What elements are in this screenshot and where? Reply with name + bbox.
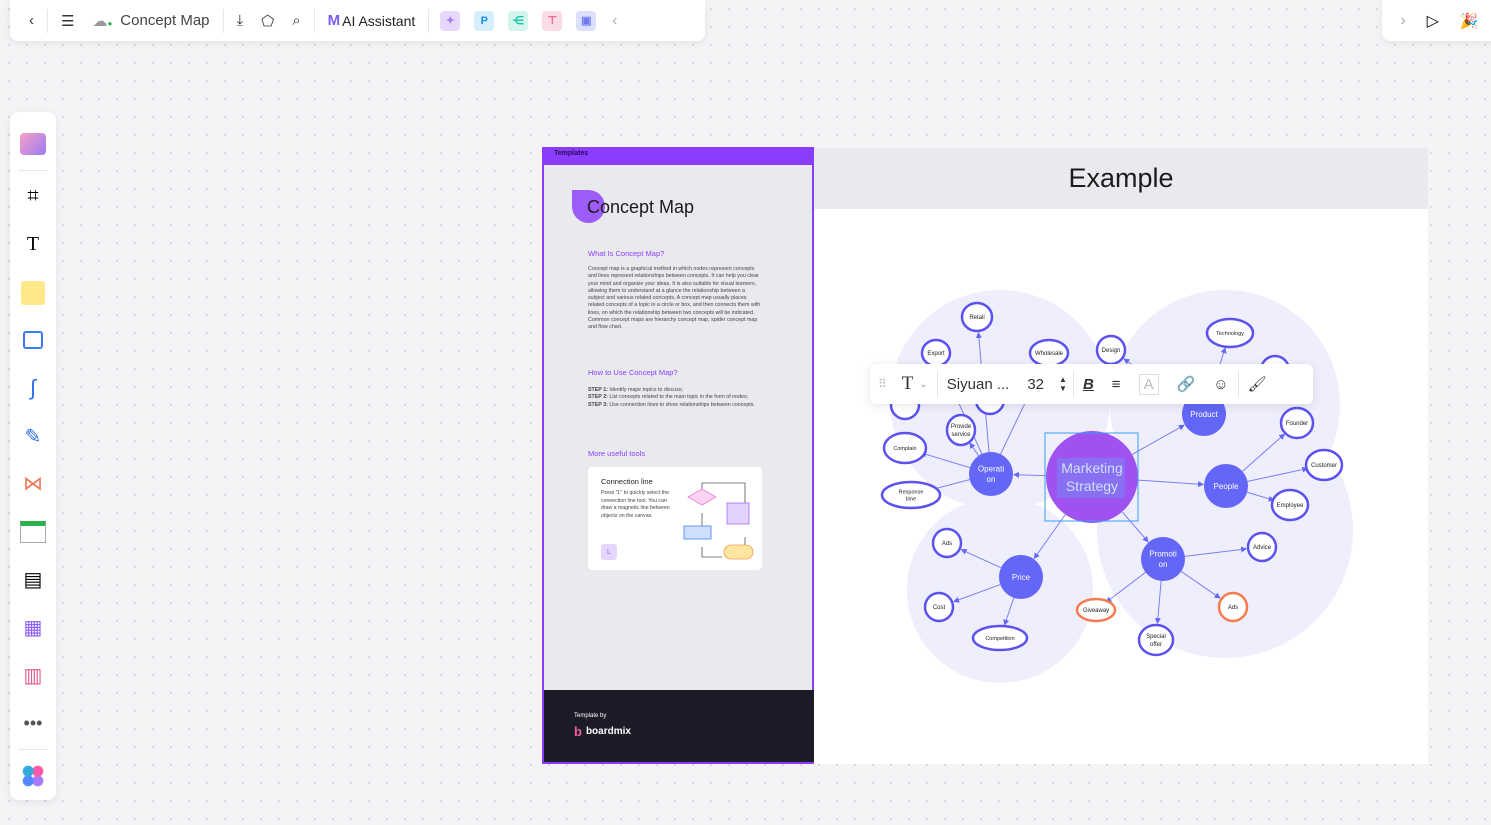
hub-node-label: on bbox=[1159, 560, 1168, 569]
font-family-select[interactable]: Siyuan ... bbox=[938, 364, 1019, 404]
concept-node-label: Design bbox=[1102, 348, 1121, 354]
align-center-icon[interactable]: ≡ bbox=[1103, 364, 1130, 404]
concept-node-label: Competition bbox=[985, 636, 1014, 642]
emoji-icon[interactable]: ☺ bbox=[1204, 364, 1237, 404]
text-color-icon[interactable]: A bbox=[1130, 364, 1168, 404]
concept-node-label: Complain bbox=[893, 446, 916, 452]
hub-node-label: Operati bbox=[978, 465, 1004, 474]
central-topic-label: Marketing bbox=[1061, 460, 1122, 476]
bold-icon[interactable]: B bbox=[1074, 364, 1103, 404]
font-size-stepper[interactable]: ▲ ▼ bbox=[1053, 364, 1073, 404]
central-topic-label: Strategy bbox=[1066, 478, 1118, 494]
concept-node-label: Customer bbox=[1311, 463, 1337, 469]
concept-node-label: Export bbox=[927, 351, 945, 357]
hub-node[interactable] bbox=[969, 452, 1013, 496]
text-type-dropdown[interactable]: T ⌄ bbox=[893, 364, 937, 404]
concept-node-label: Provide bbox=[951, 424, 972, 430]
text-format-toolbar: ⠿ T ⌄ Siyuan ... 32 ▲ ▼ B ≡ A 🔗 ☺ 🖌 bbox=[870, 364, 1313, 404]
drag-handle-icon[interactable]: ⠿ bbox=[870, 364, 893, 404]
concept-node-label: service bbox=[951, 432, 971, 438]
hub-node-label: Promoti bbox=[1149, 550, 1177, 559]
concept-node-label: Founder bbox=[1286, 421, 1308, 427]
concept-node-label: Ads bbox=[1228, 605, 1238, 611]
concept-node-label: Retail bbox=[969, 315, 984, 321]
concept-node-label: Technology bbox=[1216, 331, 1244, 337]
format-painter-icon[interactable]: 🖌 bbox=[1239, 364, 1276, 404]
cluster-background[interactable] bbox=[907, 497, 1093, 683]
concept-node-label: Wholesale bbox=[1035, 351, 1064, 357]
concept-node-label: Employee bbox=[1277, 503, 1304, 509]
concept-node-label: Advice bbox=[1253, 545, 1272, 551]
hub-node-label: Price bbox=[1012, 573, 1031, 582]
font-size-input[interactable]: 32 bbox=[1018, 364, 1053, 404]
concept-node-label: time bbox=[906, 497, 916, 503]
concept-map[interactable]: Retail Export Wholesale Design Technology Pro… bbox=[0, 0, 1491, 825]
hub-node-label: People bbox=[1214, 482, 1239, 491]
concept-node-label: Response bbox=[899, 489, 924, 495]
hub-node-label: on bbox=[987, 475, 996, 484]
concept-node-label: offer bbox=[1150, 642, 1162, 648]
link-icon[interactable]: 🔗 bbox=[1168, 364, 1205, 404]
concept-node-label: Cost bbox=[933, 605, 946, 611]
hub-node[interactable] bbox=[1141, 537, 1185, 581]
concept-node-label: Giveaway bbox=[1083, 608, 1109, 614]
hub-node-label: Product bbox=[1190, 410, 1218, 419]
concept-node-label: Ads bbox=[942, 541, 952, 547]
concept-node-label: Special bbox=[1146, 634, 1166, 640]
